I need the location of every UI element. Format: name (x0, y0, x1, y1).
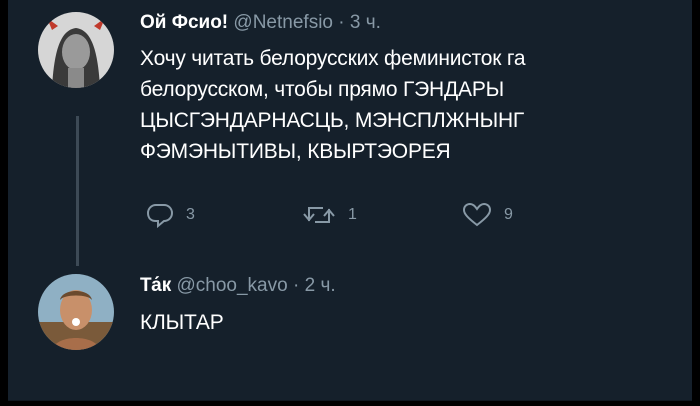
avatar[interactable] (38, 12, 114, 88)
timestamp[interactable]: 2 ч. (305, 275, 336, 296)
heart-icon (462, 202, 492, 227)
like-count: 9 (504, 206, 513, 223)
user-handle[interactable]: @choo_kavo (177, 275, 288, 296)
tweet-header: Ой Фсио! @Netnefsio · 3 ч. (140, 12, 381, 34)
retweet-count: 1 (348, 206, 357, 223)
separator-dot: · (292, 275, 300, 296)
user-handle[interactable]: @Netnefsio (233, 12, 333, 33)
tweet-header: Та́к @choo_kavo · 2 ч. (140, 275, 336, 297)
tweet-thread: Ой Фсио! @Netnefsio · 3 ч. Хочу читать б… (8, 0, 692, 401)
reply-icon (146, 204, 174, 228)
thread-line (76, 116, 79, 266)
like-button[interactable]: 9 (462, 202, 513, 228)
reply-button[interactable]: 3 (146, 202, 195, 228)
tweet-text: КЛЫТАР (140, 311, 224, 334)
retweet-icon (303, 207, 335, 223)
avatar[interactable] (38, 274, 114, 350)
separator-dot: · (338, 12, 345, 33)
timestamp[interactable]: 3 ч. (350, 12, 381, 33)
retweet-button[interactable]: 1 (302, 202, 357, 228)
devil-horns-avatar-icon (38, 12, 114, 88)
tweet-text: Хочу читать белорусских феминисток га бе… (140, 47, 526, 163)
display-name[interactable]: Та́к (140, 275, 171, 296)
display-name[interactable]: Ой Фсио! (140, 12, 228, 33)
reply-count: 3 (186, 206, 195, 223)
man-portrait-avatar-icon (38, 274, 114, 350)
